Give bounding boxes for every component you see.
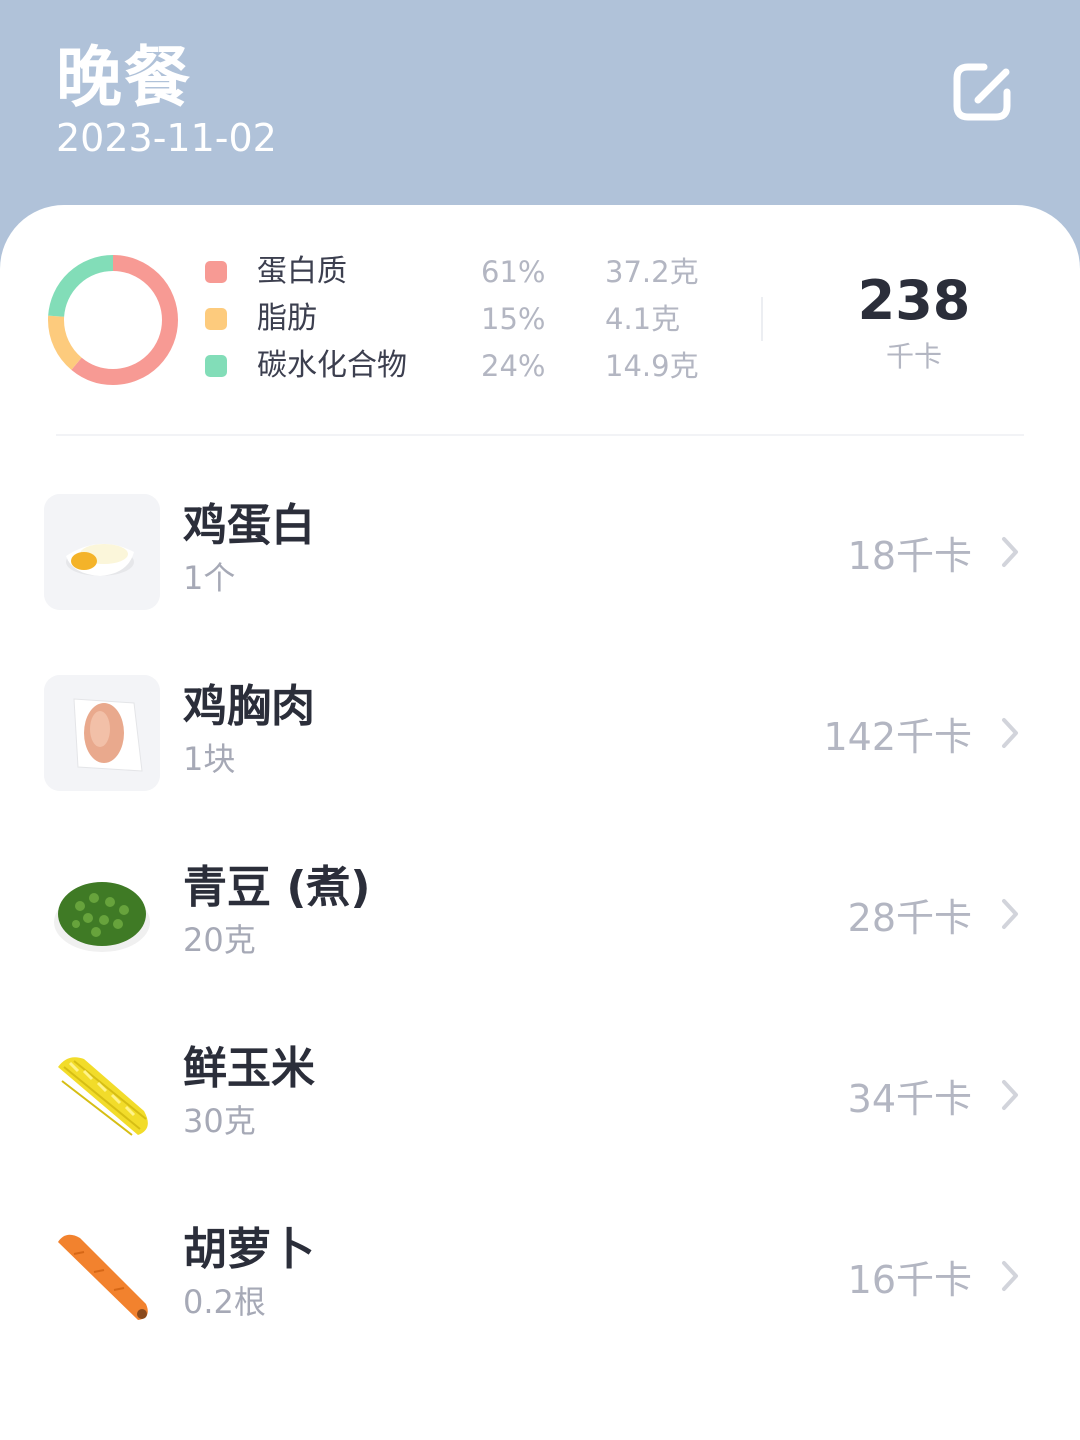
chevron-right-icon [1002, 537, 1018, 567]
food-row-egg-white[interactable]: 鸡蛋白 1个 18千卡 [0, 467, 1080, 637]
total-calories: 238 [857, 269, 971, 332]
page-title: 晚餐 [56, 39, 192, 116]
food-calories: 28千卡 [847, 896, 972, 940]
macro-donut-chart [48, 255, 178, 385]
meal-card: 蛋白质 61% 37.2克 脂肪 15% 4.1克 碳水化合物 24% 14.9… [0, 205, 1080, 1440]
food-name: 青豆 (煮) [183, 862, 371, 913]
section-divider [56, 434, 1024, 436]
corn-icon [44, 1037, 160, 1153]
food-row-carrot[interactable]: 胡萝卜 0.2根 16千卡 [0, 1191, 1080, 1361]
macro-percent: 24% [481, 349, 546, 383]
green-peas-icon [44, 856, 160, 972]
protein-color-dot [205, 261, 227, 283]
chicken-breast-icon [44, 675, 160, 791]
food-quantity: 20克 [183, 921, 256, 959]
macro-percent: 15% [481, 302, 546, 336]
header: 晚餐 2023-11-02 [0, 0, 1080, 230]
macro-name: 蛋白质 [257, 254, 347, 289]
chevron-right-icon [1002, 899, 1018, 929]
food-row-chicken-breast[interactable]: 鸡胸肉 1块 142千卡 [0, 648, 1080, 818]
macro-row-protein: 蛋白质 61% 37.2克 [205, 250, 725, 294]
food-calories: 16千卡 [847, 1258, 972, 1302]
food-calories: 18千卡 [847, 534, 972, 578]
edit-icon [953, 63, 1011, 121]
summary-divider [761, 297, 763, 341]
macro-percent: 61% [481, 255, 546, 289]
food-quantity: 30克 [183, 1102, 256, 1140]
food-name: 胡萝卜 [183, 1224, 315, 1275]
carrot-icon [44, 1218, 160, 1334]
food-quantity: 1块 [183, 740, 236, 778]
food-quantity: 1个 [183, 559, 236, 597]
macro-row-fat: 脂肪 15% 4.1克 [205, 297, 725, 341]
food-name: 鸡蛋白 [183, 500, 315, 551]
macro-grams: 37.2克 [605, 255, 699, 289]
calorie-unit: 千卡 [885, 340, 942, 373]
macro-row-carbs: 碳水化合物 24% 14.9克 [205, 344, 725, 388]
nutrition-summary: 蛋白质 61% 37.2克 脂肪 15% 4.1克 碳水化合物 24% 14.9… [0, 205, 1080, 435]
food-row-corn[interactable]: 鲜玉米 30克 34千卡 [0, 1010, 1080, 1180]
carbs-color-dot [205, 355, 227, 377]
macro-grams: 14.9克 [605, 349, 699, 383]
food-calories: 142千卡 [823, 715, 972, 759]
chevron-right-icon [1002, 718, 1018, 748]
egg-white-icon [44, 494, 160, 610]
food-name: 鲜玉米 [183, 1043, 315, 1094]
chevron-right-icon [1002, 1080, 1018, 1110]
fat-color-dot [205, 308, 227, 330]
food-quantity: 0.2根 [183, 1283, 266, 1321]
food-row-green-peas[interactable]: 青豆 (煮) 20克 28千卡 [0, 829, 1080, 999]
food-calories: 34千卡 [847, 1077, 972, 1121]
food-name: 鸡胸肉 [183, 681, 315, 732]
chevron-right-icon [1002, 1261, 1018, 1291]
edit-button[interactable] [944, 54, 1020, 130]
macro-name: 碳水化合物 [257, 348, 407, 383]
meal-date: 2023-11-02 [56, 116, 277, 160]
macro-name: 脂肪 [257, 301, 317, 336]
macro-grams: 4.1克 [605, 302, 681, 336]
